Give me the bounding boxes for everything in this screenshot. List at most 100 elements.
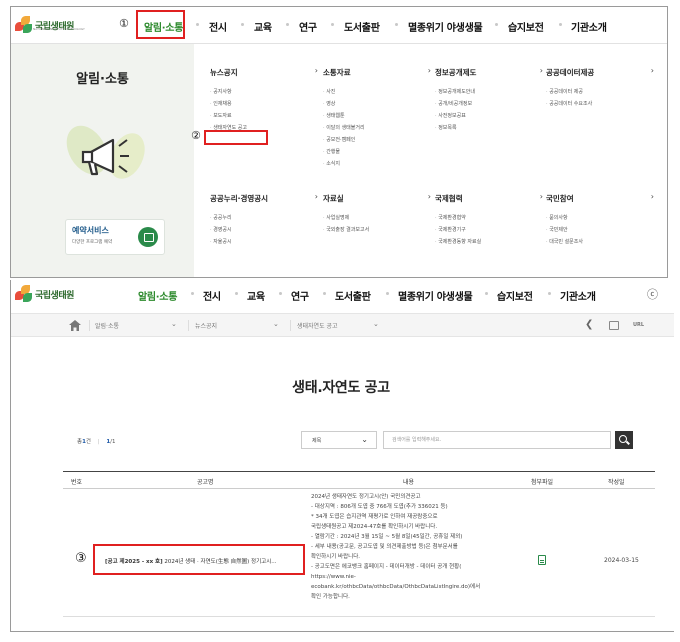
search-field (383, 431, 611, 449)
search-input[interactable] (384, 432, 610, 448)
menu-link[interactable]: 공모전·캠페인 (323, 134, 431, 146)
menu-link[interactable]: 사업실명제 (323, 212, 431, 224)
menu-column-head[interactable]: 국민참여 › (546, 192, 654, 206)
share-icon[interactable]: ❮ (585, 319, 593, 330)
menu-link[interactable]: 국외출장 결과보고서 (323, 224, 431, 236)
site-logo[interactable]: 국립생태원 (15, 284, 74, 304)
table-row[interactable]: ③ [공고 제2025 - xx 호] 2024년 생태 · 자연도(生態 自然… (63, 489, 655, 617)
annotation-2: ② (191, 129, 201, 142)
attachment-file-icon[interactable] (538, 555, 546, 565)
menu-column-head[interactable]: 국제협력 › (435, 192, 543, 206)
chevron-down-icon[interactable]: ⌄ (373, 320, 379, 328)
menu-link[interactable]: 자율공시 (210, 236, 318, 248)
search-type-select[interactable]: 제목 ⌄ (301, 431, 377, 449)
notice-content: 2024년 생태자연도 정기고시(안) 국민의견공고 - 대상지역 : 806개… (311, 494, 481, 600)
breadcrumb-level-2[interactable]: 뉴스공지 (195, 321, 217, 330)
menu-link[interactable]: 정보목록 (435, 122, 543, 134)
menu-link[interactable]: 공공데이터 수요조사 (546, 98, 654, 110)
page-title: 생태.자연도 공고 (292, 380, 390, 396)
menu-column-head[interactable]: 공공데이터제공 › (546, 66, 654, 80)
nav-item-publication[interactable]: 도서출판 (344, 19, 380, 34)
reservation-subtitle: 다양한 프로그램 예약 (72, 240, 113, 245)
reservation-title: 예약서비스 (72, 226, 109, 235)
menu-link[interactable]: 사진 (323, 86, 431, 98)
menu-column-info-disclosure: 정보공개제도› 정보공개제도안내 공개/비공개정보 사전정보공표 정보목록 (435, 66, 543, 134)
calendar-icon (138, 227, 158, 247)
breadcrumb-level-3[interactable]: 생태자연도 공고 (297, 321, 338, 330)
menu-link[interactable]: 공공누리 (210, 212, 318, 224)
reservation-service-card[interactable]: 예약서비스 다양한 프로그램 예약 (65, 219, 165, 255)
nav-item-about[interactable]: 기관소개 (571, 19, 607, 34)
notice-title-link[interactable]: [공고 제2025 - xx 호] 2024년 생태 · 자연도(生態 自然圖)… (105, 557, 277, 565)
site-logo[interactable]: 국립생태원 (15, 15, 74, 35)
menu-link[interactable]: 영상 (323, 98, 431, 110)
annotation-1: ① (119, 17, 129, 30)
nav-item-publication[interactable]: 도서출판 (335, 288, 371, 303)
menu-column-intl-cooperation: 국제협력› 국제환경협약 국제환경기구 국제환경동향 자료실 (435, 192, 543, 248)
menu-link[interactable]: 정보공개제도안내 (435, 86, 543, 98)
nav-item-research[interactable]: 연구 (291, 288, 309, 303)
menu-link[interactable]: 공공데이터 제공 (546, 86, 654, 98)
nav-item-education[interactable]: 교육 (254, 19, 272, 34)
menu-column-head[interactable]: 소통자료 › (323, 66, 431, 80)
chevron-right-icon: › (314, 192, 318, 201)
logo-leaf-icon (15, 285, 33, 303)
col-header-attachment: 첨부파일 (531, 479, 554, 486)
menu-link[interactable]: 경영공시 (210, 224, 318, 236)
nav-item-exhibition[interactable]: 전시 (203, 288, 221, 303)
nav-item-education[interactable]: 교육 (247, 288, 265, 303)
breadcrumb-level-1[interactable]: 알림·소통 (95, 321, 119, 330)
megaphone-icon (66, 125, 145, 179)
col-header-number: 번호 (71, 479, 83, 486)
nav-item-exhibition[interactable]: 전시 (209, 19, 227, 34)
chevron-right-icon: › (650, 192, 654, 201)
nav-item-research[interactable]: 연구 (299, 19, 317, 34)
menu-column-archive: 자료실› 사업실명제 국외출장 결과보고서 (323, 192, 431, 236)
menu-link[interactable]: 보도자료 (210, 110, 318, 122)
menu-link[interactable]: 공개/비공개정보 (435, 98, 543, 110)
menu-column-head[interactable]: 뉴스공지 › (210, 66, 318, 80)
board-page-screenshot: 국립생태원 알림·소통 전시 교육 연구 도서출판 멸종위기 야생생물 습지보전… (10, 280, 674, 632)
menu-link[interactable]: 국민제안 (546, 224, 654, 236)
menu-link[interactable]: 인재채용 (210, 98, 318, 110)
menu-link[interactable]: 국제환경기구 (435, 224, 543, 236)
menu-column-participation: 국민참여› 묻의사항 국민제안 대국민 설문조사 (546, 192, 654, 248)
top-navigation: 국립생태원 알림·소통 전시 교육 연구 도서출판 멸종위기 야생생물 습지보전… (11, 280, 674, 308)
col-header-content: 내용 (403, 479, 415, 486)
nav-item-endangered[interactable]: 멸종위기 야생생물 (398, 288, 473, 303)
nav-item-wetland[interactable]: 습지보전 (508, 19, 544, 34)
nav-item-about[interactable]: 기관소개 (560, 288, 596, 303)
logo-text: 국립생태원 (35, 290, 74, 301)
result-count: 총1건 | 1/1 (77, 439, 116, 445)
menu-column-head[interactable]: 정보공개제도 › (435, 66, 543, 80)
menu-column-head[interactable]: 자료실 › (323, 192, 431, 206)
menu-link[interactable]: 묻의사항 (546, 212, 654, 224)
menu-link[interactable]: 간행물 (323, 146, 431, 158)
nav-item-wetland[interactable]: 습지보전 (497, 288, 533, 303)
highlight-box-2 (204, 130, 268, 145)
nav-item-news[interactable]: 알림·소통 (138, 288, 177, 303)
notice-date: 2024-03-15 (604, 557, 639, 564)
menu-link[interactable]: 국제환경동향 자료실 (435, 236, 543, 248)
logo-leaf-icon (15, 16, 33, 34)
chevron-down-icon[interactable]: ⌄ (171, 320, 177, 328)
menu-link[interactable]: 소식지 (323, 158, 431, 170)
url-copy-button[interactable]: URL (633, 322, 644, 328)
menu-link[interactable]: 대국민 설문조사 (546, 236, 654, 248)
menu-link[interactable]: 공지사항 (210, 86, 318, 98)
menu-link[interactable]: 사전정보공표 (435, 110, 543, 122)
menu-link[interactable]: 생태웹툰 (323, 110, 431, 122)
home-icon[interactable] (69, 320, 81, 331)
menu-link[interactable]: 국제환경협약 (435, 212, 543, 224)
menu-column-head[interactable]: 공공누리·경영공시 › (210, 192, 318, 206)
menu-column-news: 뉴스공지› 공지사항 인재채용 보도자료 생태자연도 공고 (210, 66, 318, 134)
top-navigation: 국립생태원 NATIONAL INSTITUTE OF ECOLOGY ① 알림… (11, 7, 667, 44)
chevron-down-icon[interactable]: ⌄ (273, 320, 279, 328)
mega-menu-screenshot: 국립생태원 NATIONAL INSTITUTE OF ECOLOGY ① 알림… (10, 6, 668, 278)
chevron-down-icon: ⌄ (361, 435, 368, 444)
menu-link[interactable]: 이달의 생태볼거리 (323, 122, 431, 134)
col-header-date: 작성일 (608, 479, 625, 486)
search-button[interactable] (615, 431, 633, 449)
print-icon[interactable] (609, 321, 619, 330)
nav-item-endangered[interactable]: 멸종위기 야생생물 (408, 19, 483, 34)
